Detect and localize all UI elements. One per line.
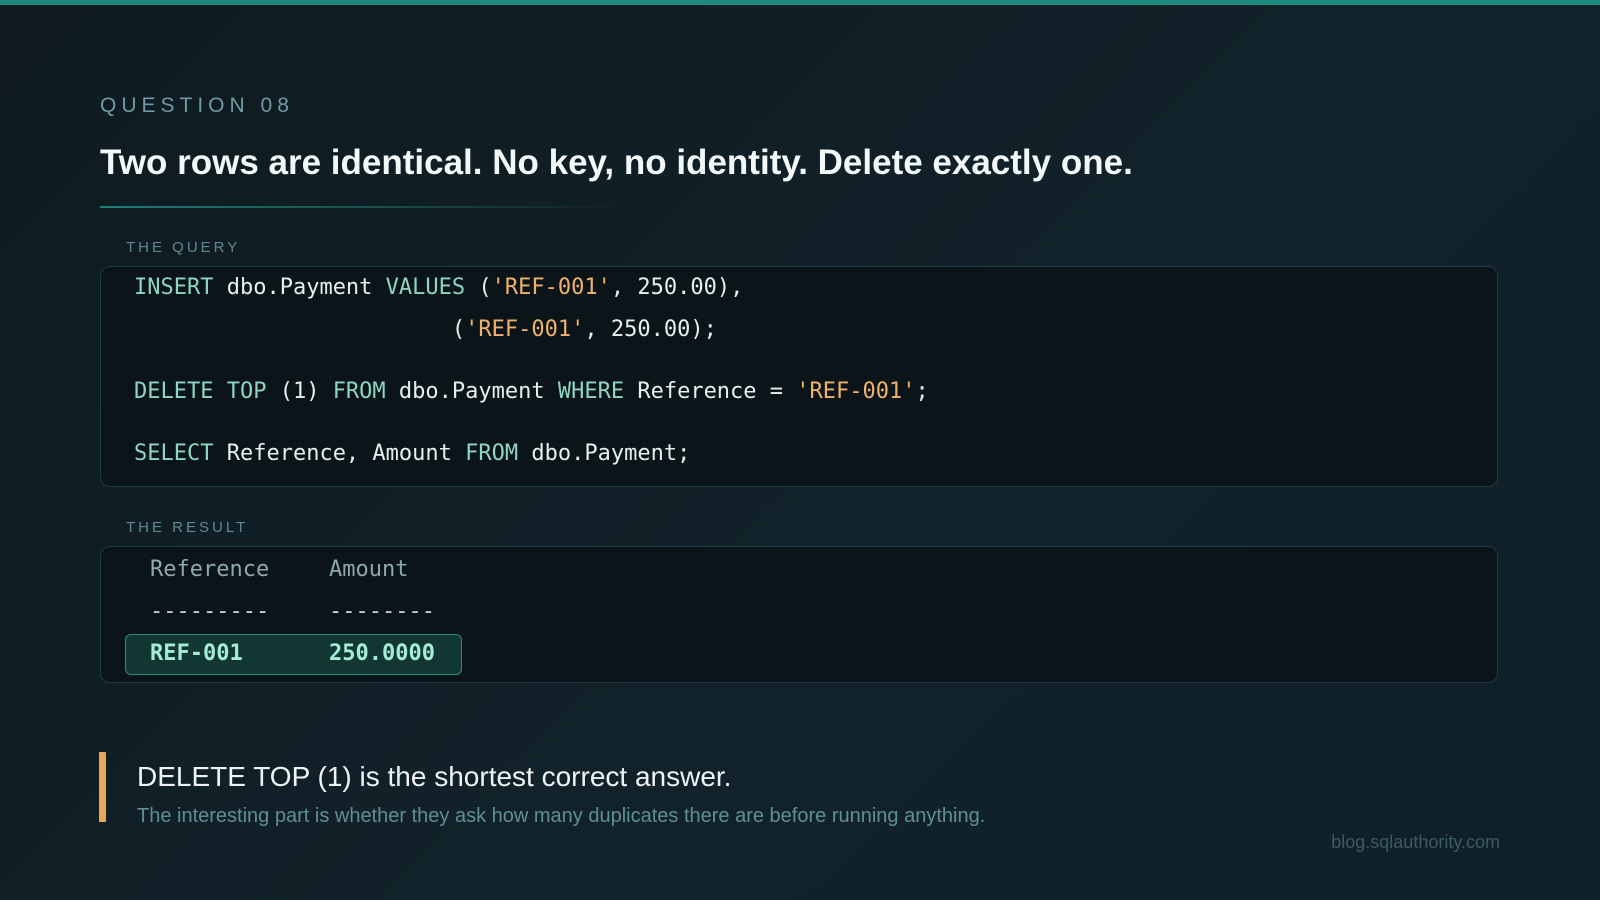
sql-string: 'REF-001': [491, 275, 611, 300]
sql-text: (1): [266, 379, 333, 404]
code-line: SELECT Reference, Amount FROM dbo.Paymen…: [134, 441, 690, 466]
question-number: QUESTION 08: [100, 94, 294, 117]
column-header-amount: Amount: [329, 557, 409, 582]
sql-keyword: DELETE TOP: [134, 379, 267, 404]
sql-string: 'REF-001': [465, 317, 585, 342]
sql-keyword: WHERE: [557, 379, 625, 404]
sql-text: Reference =: [624, 379, 797, 404]
sql-text: dbo.Payment;: [518, 441, 691, 466]
result-grid: Reference Amount --------- -------- REF-…: [100, 546, 1498, 683]
sql-keyword: VALUES: [385, 275, 466, 300]
top-accent-bar: [0, 0, 1600, 5]
sql-keyword: INSERT: [134, 275, 214, 300]
callout-answer: DELETE TOP (1) is the shortest correct a…: [137, 761, 732, 792]
question-title: Two rows are identical. No key, no ident…: [100, 143, 1133, 182]
sql-text: ;: [915, 379, 929, 404]
site-watermark: blog.sqlauthority.com: [1331, 832, 1500, 852]
sql-text: , 250.00),: [610, 275, 744, 300]
sql-text: (: [134, 317, 466, 342]
code-line: ('REF-001', 250.00);: [134, 317, 717, 342]
column-separator-amount: --------: [329, 599, 435, 624]
sql-text: (: [465, 275, 492, 300]
result-section-label: THE RESULT: [126, 519, 249, 536]
cell-amount: 250.0000: [329, 641, 435, 666]
title-divider: [100, 206, 620, 208]
sql-string: 'REF-001': [796, 379, 916, 404]
code-line: DELETE TOP (1) FROM dbo.Payment WHERE Re…: [134, 379, 929, 404]
sql-keyword: SELECT: [134, 441, 214, 466]
sql-keyword: FROM: [465, 441, 519, 466]
sql-text: dbo.Payment: [213, 275, 386, 300]
query-code-block: INSERT dbo.Payment VALUES ('REF-001', 25…: [100, 266, 1498, 487]
cell-reference: REF-001: [150, 641, 243, 666]
sql-text: dbo.Payment: [385, 379, 558, 404]
sql-text: Reference, Amount: [213, 441, 466, 466]
sql-text: , 250.00);: [584, 317, 717, 342]
code-line: INSERT dbo.Payment VALUES ('REF-001', 25…: [134, 275, 743, 300]
column-header-reference: Reference: [150, 557, 270, 582]
query-section-label: THE QUERY: [126, 239, 241, 256]
column-separator-reference: ---------: [150, 599, 270, 624]
callout-accent-bar: [99, 752, 106, 822]
callout-note: The interesting part is whether they ask…: [137, 805, 986, 827]
sql-keyword: FROM: [332, 379, 386, 404]
